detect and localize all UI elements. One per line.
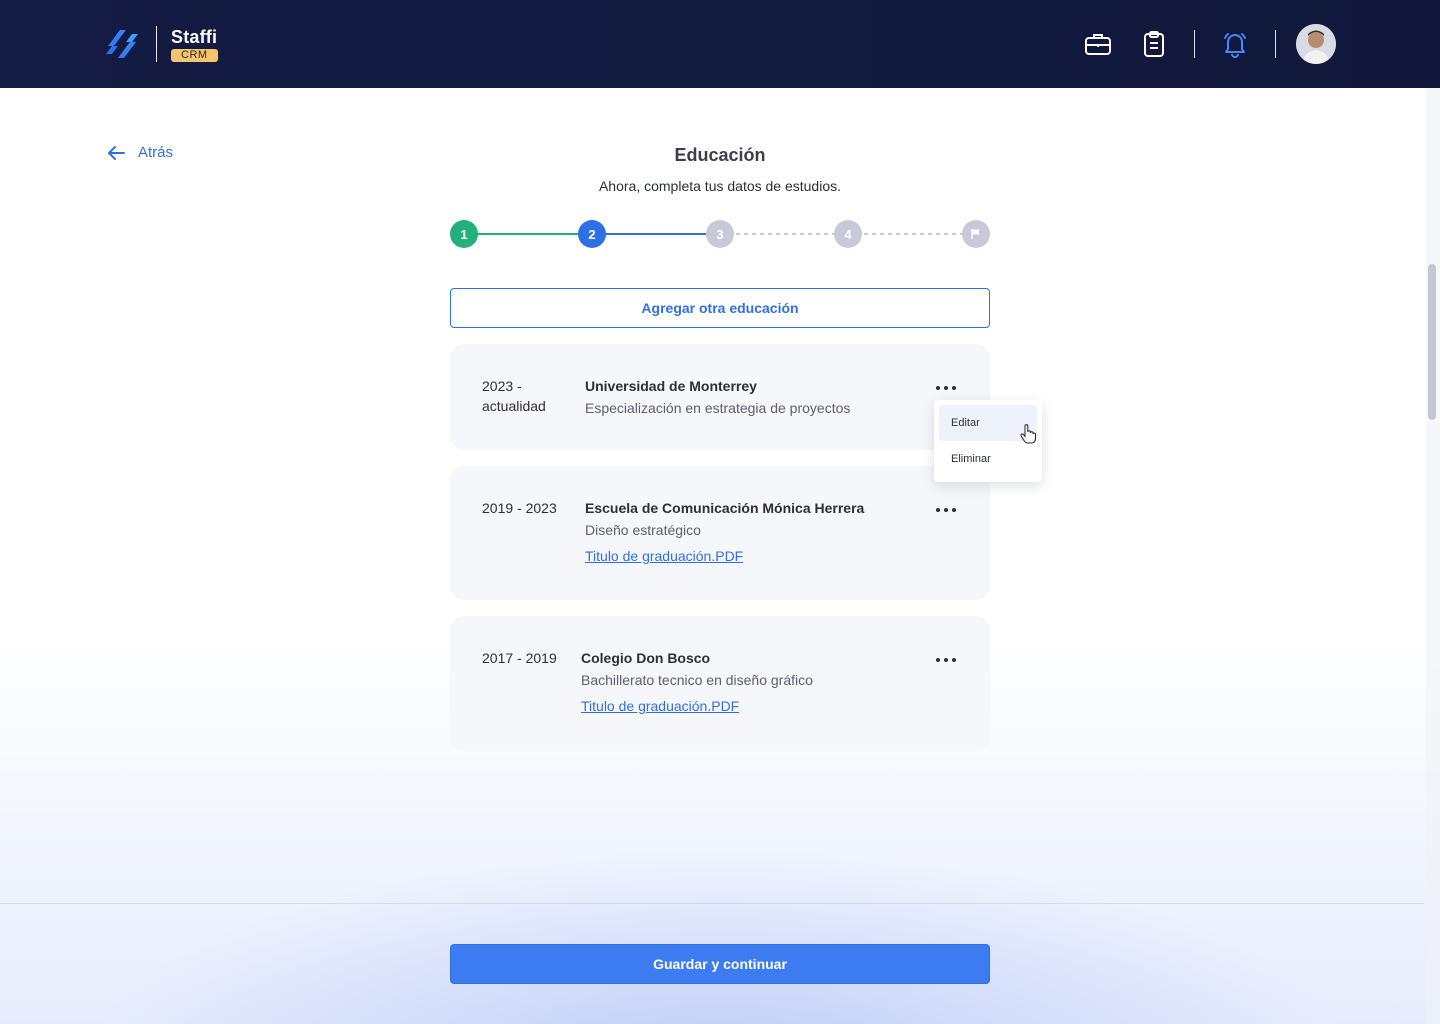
education-period: 2019 - 2023 [482, 500, 557, 516]
add-education-button[interactable]: Agregar otra educación [450, 288, 990, 328]
brand-logo[interactable]: Staffi CRM [102, 24, 218, 64]
scrollbar-thumb[interactable] [1428, 264, 1436, 420]
avatar[interactable] [1296, 24, 1336, 64]
step-3[interactable]: 3 [706, 220, 734, 248]
education-institution: Escuela de Comunicación Mónica Herrera [585, 500, 865, 516]
bell-icon [1224, 33, 1246, 58]
education-institution: Colegio Don Bosco [581, 650, 711, 666]
education-period: 2023 - actualidad [482, 378, 546, 414]
header-divider [1275, 30, 1276, 58]
step-1[interactable]: 1 [450, 220, 478, 248]
briefcase-icon [1085, 34, 1111, 55]
notifications-button[interactable] [1215, 24, 1255, 64]
progress-stepper: 1 2 3 4 [450, 220, 990, 248]
step-final[interactable] [962, 220, 990, 248]
menu-item-delete[interactable]: Eliminar [939, 441, 1037, 477]
page-subtitle: Ahora, completa tus datos de estudios. [598, 178, 842, 194]
clipboard-icon [1144, 31, 1164, 57]
more-options-button[interactable] [934, 502, 958, 518]
footer-divider [0, 903, 1424, 904]
more-options-button[interactable] [934, 652, 958, 668]
education-program: Especialización en estrategia de proyect… [585, 400, 851, 416]
top-bar: Staffi CRM [0, 0, 1440, 88]
education-card: 2017 - 2019 Colegio Don Bosco Bachillera… [450, 616, 990, 750]
save-continue-button[interactable]: Guardar y continuar [450, 944, 990, 984]
education-card: 2023 - actualidad Universidad de Monterr… [450, 344, 990, 450]
education-institution: Universidad de Monterrey [585, 378, 757, 394]
brand-badge: CRM [171, 48, 218, 62]
briefcase-button[interactable] [1078, 24, 1118, 64]
flag-icon [971, 229, 980, 239]
clipboard-button[interactable] [1134, 24, 1174, 64]
step-connector [592, 233, 720, 235]
diploma-file-link[interactable]: Titulo de graduación.PDF [581, 698, 739, 714]
diploma-file-link[interactable]: Titulo de graduación.PDF [585, 548, 743, 564]
education-program: Diseño estratégico [585, 522, 701, 538]
education-card: 2019 - 2023 Escuela de Comunicación Móni… [450, 466, 990, 600]
more-horizontal-icon [936, 386, 956, 390]
hand-pointer-icon [1020, 424, 1036, 444]
step-4[interactable]: 4 [834, 220, 862, 248]
user-photo-icon [1296, 24, 1336, 64]
scrollbar-track[interactable] [1426, 88, 1440, 1024]
logo-mark-icon [106, 30, 138, 58]
education-program: Bachillerato tecnico en diseño gráfico [581, 672, 813, 688]
logo-divider [156, 26, 157, 62]
step-connector [464, 233, 592, 235]
more-options-button[interactable] [934, 380, 958, 396]
step-2[interactable]: 2 [578, 220, 606, 248]
more-horizontal-icon [936, 508, 956, 512]
education-period: 2017 - 2019 [482, 650, 557, 666]
header-divider [1194, 30, 1195, 58]
brand-name: Staffi [171, 26, 218, 47]
page-title: Educación [674, 145, 766, 165]
more-horizontal-icon [936, 658, 956, 662]
